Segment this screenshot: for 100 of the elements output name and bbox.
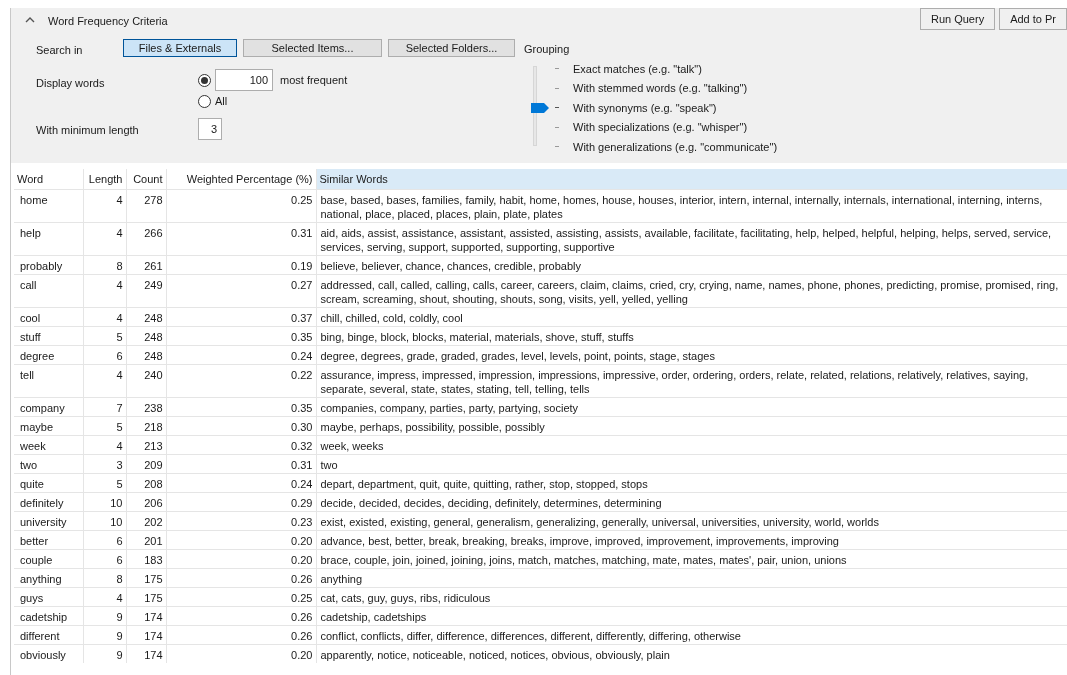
table-cell: home bbox=[14, 189, 83, 222]
table-cell: companies, company, parties, party, partying, society bbox=[316, 397, 1067, 416]
table-cell: 8 bbox=[83, 255, 126, 274]
table-cell: 5 bbox=[83, 473, 126, 492]
table-cell: 3 bbox=[83, 454, 126, 473]
table-cell: apparently, notice, noticeable, noticed, notices, obvious, obviously, plain bbox=[316, 644, 1067, 663]
table-cell: assurance, impress, impressed, impression, impressions, impressive, order, ordering, orders, relate, related, relations, relatively, relatives, saying, separate, several, state, states, stating, tell, telling, tells bbox=[316, 364, 1067, 397]
table-cell: 0.25 bbox=[166, 587, 316, 606]
table-cell: 0.30 bbox=[166, 416, 316, 435]
radio-button[interactable] bbox=[198, 94, 211, 108]
column-header[interactable]: Similar Words bbox=[316, 169, 1067, 189]
table-cell: aid, aids, assist, assistance, assistant, assisted, assisting, assists, available, facilitate, facilitating, help, helped, helpful, helping, helps, served, service, services, serving, support, supported, supporting, supportive bbox=[316, 222, 1067, 255]
grouping-option[interactable]: With stemmed words (e.g. "talking") bbox=[573, 80, 748, 97]
table-cell: 0.20 bbox=[166, 530, 316, 549]
grouping-option[interactable]: Exact matches (e.g. "talk") bbox=[573, 60, 702, 77]
length-field[interactable]: 3 bbox=[198, 118, 222, 140]
table-cell: 249 bbox=[126, 274, 166, 307]
table-cell: 0.25 bbox=[166, 189, 316, 222]
table-cell: 0.20 bbox=[166, 644, 316, 663]
panel-title: Word Frequency Criteria bbox=[48, 14, 168, 29]
table-cell: 4 bbox=[83, 222, 126, 255]
table-cell: 4 bbox=[83, 189, 126, 222]
table-cell: maybe bbox=[14, 416, 83, 435]
column-header[interactable]: Word bbox=[14, 169, 83, 189]
radio-button[interactable] bbox=[198, 73, 211, 87]
table-cell: 4 bbox=[83, 587, 126, 606]
table-cell: obviously bbox=[14, 644, 83, 663]
field-label: Display words bbox=[36, 76, 105, 91]
grouping-label: Grouping bbox=[524, 42, 570, 57]
table-cell: 208 bbox=[126, 473, 166, 492]
table-cell: 9 bbox=[83, 625, 126, 644]
table-cell: 0.22 bbox=[166, 364, 316, 397]
table-cell: 0.23 bbox=[166, 511, 316, 530]
table-cell: exist, existed, existing, general, generalism, generalizing, generally, universal, universities, university, world, worlds bbox=[316, 511, 1067, 530]
table-cell: maybe, perhaps, possibility, possible, possibly bbox=[316, 416, 1067, 435]
table-cell: 7 bbox=[83, 397, 126, 416]
table-cell: 4 bbox=[83, 364, 126, 397]
table-cell: degree bbox=[14, 345, 83, 364]
table-cell: university bbox=[14, 511, 83, 530]
table-cell: quite bbox=[14, 473, 83, 492]
table-cell: 0.24 bbox=[166, 473, 316, 492]
toolbar-button[interactable]: Run Query bbox=[919, 8, 996, 30]
table-cell: 0.31 bbox=[166, 454, 316, 473]
table-cell: 0.26 bbox=[166, 625, 316, 644]
table-cell: stuff bbox=[14, 326, 83, 345]
table-cell: two bbox=[316, 454, 1067, 473]
table-cell: 8 bbox=[83, 568, 126, 587]
source-button[interactable]: Files & Externals bbox=[123, 39, 237, 57]
table-cell: 0.31 bbox=[166, 222, 316, 255]
table-cell: 0.29 bbox=[166, 492, 316, 511]
field-label: With minimum length bbox=[36, 123, 139, 138]
table-cell: 6 bbox=[83, 549, 126, 568]
grouping-option[interactable]: With synonyms (e.g. "speak") bbox=[573, 99, 717, 116]
table-cell: 175 bbox=[126, 587, 166, 606]
table-cell: 0.20 bbox=[166, 549, 316, 568]
source-button[interactable]: Selected Items... bbox=[243, 39, 382, 57]
grouping-option[interactable]: With generalizations (e.g. "communicate") bbox=[573, 138, 778, 155]
slider-thumb[interactable] bbox=[531, 103, 549, 113]
table-cell: two bbox=[14, 454, 83, 473]
table-cell: cool bbox=[14, 307, 83, 326]
count-field[interactable]: 100 bbox=[215, 69, 273, 91]
table-cell: 248 bbox=[126, 326, 166, 345]
table-cell: 4 bbox=[83, 274, 126, 307]
table-cell: 0.35 bbox=[166, 397, 316, 416]
column-header[interactable]: Weighted Percentage (%) bbox=[166, 169, 316, 189]
table-cell: conflict, conflicts, differ, difference, differences, different, differently, differing, otherwise bbox=[316, 625, 1067, 644]
table-cell: 248 bbox=[126, 307, 166, 326]
table-cell: addressed, call, called, calling, calls, career, careers, claim, claims, cried, cry, crying, name, names, phone, phones, predicting, promise, promised, ring, scream, screaming, shout, shouting, shouts, song, visits, yell, yelled, yelling bbox=[316, 274, 1067, 307]
table-cell: 175 bbox=[126, 568, 166, 587]
grouping-option[interactable]: With specializations (e.g. "whisper") bbox=[573, 119, 748, 136]
table-cell: bing, binge, block, blocks, material, materials, shove, stuff, stuffs bbox=[316, 326, 1067, 345]
column-header[interactable]: Count bbox=[126, 169, 166, 189]
table-cell: 174 bbox=[126, 625, 166, 644]
table-cell: 0.26 bbox=[166, 568, 316, 587]
source-button[interactable]: Selected Folders... bbox=[388, 39, 515, 57]
table-cell: advance, best, better, break, breaking, breaks, improve, improved, improvement, improvements, improving bbox=[316, 530, 1067, 549]
table-cell: 9 bbox=[83, 644, 126, 663]
table-cell: help bbox=[14, 222, 83, 255]
table-cell: 174 bbox=[126, 644, 166, 663]
table-cell: 5 bbox=[83, 326, 126, 345]
table-cell: 278 bbox=[126, 189, 166, 222]
table-cell: cat, cats, guy, guys, ribs, ridiculous bbox=[316, 587, 1067, 606]
table-cell: 6 bbox=[83, 530, 126, 549]
toolbar-button[interactable]: Add to Pr bbox=[999, 8, 1067, 30]
table-cell: 201 bbox=[126, 530, 166, 549]
column-header[interactable]: Length bbox=[83, 169, 126, 189]
table-cell: base, based, bases, families, family, habit, home, homes, house, houses, interior, intern, internal, internally, internals, international, interning, interns, national, place, placed, places, plain, plate, plates bbox=[316, 189, 1067, 222]
table-cell: brace, couple, join, joined, joining, joins, match, matches, matching, mate, mates, mates', pair, union, unions bbox=[316, 549, 1067, 568]
table-cell: 0.24 bbox=[166, 345, 316, 364]
table-cell: 0.32 bbox=[166, 435, 316, 454]
table-cell: 218 bbox=[126, 416, 166, 435]
table-cell: week bbox=[14, 435, 83, 454]
table-cell: definitely bbox=[14, 492, 83, 511]
table-cell: 4 bbox=[83, 307, 126, 326]
table-cell: anything bbox=[316, 568, 1067, 587]
table-cell: depart, department, quit, quite, quitting, rather, stop, stopped, stops bbox=[316, 473, 1067, 492]
table-cell: 183 bbox=[126, 549, 166, 568]
table-cell: 248 bbox=[126, 345, 166, 364]
table-cell: week, weeks bbox=[316, 435, 1067, 454]
table-cell: better bbox=[14, 530, 83, 549]
